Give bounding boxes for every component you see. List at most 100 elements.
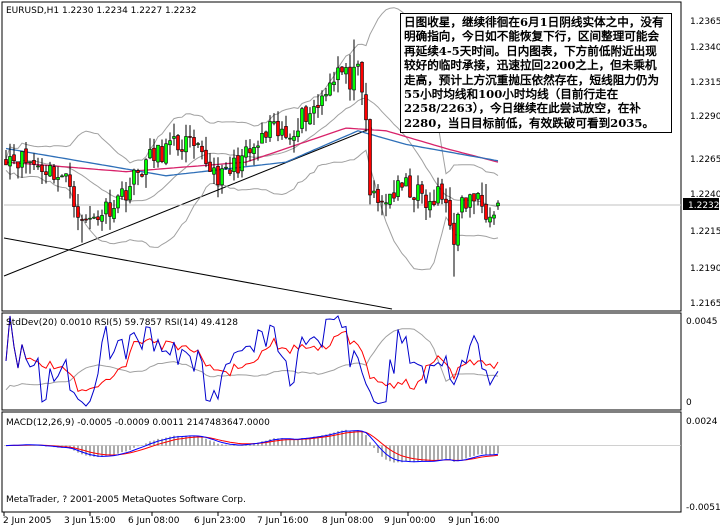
bear-candle: [216, 165, 220, 186]
bull-candle: [308, 113, 312, 125]
bull-candle: [468, 194, 472, 208]
bull-candle: [240, 155, 244, 172]
bear-candle: [400, 182, 404, 188]
y-tick-label: 1.2190: [690, 264, 720, 274]
bull-candle: [460, 197, 464, 213]
bear-candle: [392, 192, 396, 199]
bear-candle: [304, 106, 308, 122]
x-tick-label: 2 Jun 2005: [3, 516, 51, 525]
bull-candle: [128, 186, 132, 201]
bear-candle: [276, 120, 280, 137]
bear-candle: [444, 198, 448, 204]
bear-candle: [152, 147, 156, 161]
bear-candle: [72, 186, 76, 207]
bear-candle: [380, 200, 384, 203]
bear-candle: [180, 149, 184, 152]
bear-candle: [4, 159, 8, 166]
bear-candle: [192, 137, 196, 146]
x-tick-label: 9 Jun 16:00: [448, 516, 500, 525]
bear-candle: [412, 197, 416, 200]
bull-candle: [404, 177, 408, 187]
analysis-annotation: 日图收星，继续徘徊在6月1日阴线实体之中，没有明确指向，今日如不能恢复下行，区间…: [400, 13, 672, 133]
bull-candle: [36, 165, 40, 168]
bear-candle: [424, 194, 428, 208]
bull-candle: [256, 145, 260, 148]
main-header: EURUSD,H1 1.2230 1.2234 1.2227 1.2232: [6, 6, 197, 16]
copyright-text: MetaTrader, ? 2001-2005 MetaQuotes Softw…: [6, 495, 246, 505]
bull-candle: [220, 168, 224, 186]
x-tick-label: 9 Jun 00:00: [384, 516, 436, 525]
bear-candle: [348, 66, 352, 90]
bull-candle: [496, 202, 500, 207]
bull-candle: [28, 161, 32, 164]
bear-candle: [24, 148, 28, 164]
bear-candle: [108, 202, 112, 217]
bear-candle: [264, 131, 268, 138]
bull-candle: [184, 136, 188, 153]
x-tick-label: 3 Jun 15:00: [64, 516, 116, 525]
bear-candle: [472, 193, 476, 202]
bear-candle: [200, 145, 204, 153]
bull-candle: [92, 216, 96, 219]
bull-candle: [296, 130, 300, 138]
bull-candle: [104, 201, 108, 215]
y-tick-label: 1.2340: [690, 43, 720, 53]
bear-candle: [484, 203, 488, 220]
bull-candle: [344, 67, 348, 75]
bull-candle: [116, 195, 120, 209]
bear-candle: [160, 146, 164, 163]
bull-candle: [356, 63, 360, 67]
bull-candle: [212, 167, 216, 175]
macd-header: MACD(12,26,9) -0.0005 -0.0009 0.0011 214…: [6, 418, 270, 428]
bull-candle: [168, 140, 172, 146]
x-tick-label: 8 Jun 08:00: [322, 516, 374, 525]
x-tick-label: 7 Jun 16:00: [257, 516, 309, 525]
bear-candle: [80, 219, 84, 221]
bear-candle: [236, 155, 240, 174]
bull-candle: [48, 165, 52, 177]
bull-candle: [384, 202, 388, 205]
bull-candle: [144, 159, 148, 175]
bull-candle: [20, 151, 24, 168]
bear-candle: [44, 171, 48, 175]
bear-candle: [136, 170, 140, 173]
bear-candle: [228, 169, 232, 174]
bull-candle: [328, 82, 332, 96]
bear-candle: [480, 194, 484, 207]
bull-candle: [352, 66, 356, 91]
x-tick-label: 6 Jun 23:00: [194, 516, 246, 525]
bull-candle: [224, 166, 228, 169]
y-tick-label: 1.2315: [690, 78, 720, 88]
bull-candle: [268, 121, 272, 138]
macd-y-tick-label: 0.0024: [686, 417, 718, 427]
bull-candle: [112, 208, 116, 219]
main-y-axis: 1.2365 1.2340 1.2315 1.2290 1.2265 1.224…: [690, 17, 720, 309]
bull-candle: [492, 214, 496, 219]
bear-candle: [464, 197, 468, 209]
bull-candle: [244, 146, 248, 158]
bear-candle: [248, 148, 252, 154]
bull-candle: [312, 106, 316, 114]
bull-candle: [476, 193, 480, 200]
bear-candle: [432, 200, 436, 205]
bear-candle: [368, 119, 372, 196]
bull-candle: [488, 216, 492, 223]
bear-candle: [316, 104, 320, 108]
bull-candle: [196, 143, 200, 145]
bear-candle: [52, 166, 56, 180]
bear-candle: [448, 200, 452, 226]
bull-candle: [232, 157, 236, 172]
rsi-y-tick-label: 0.0045: [686, 317, 718, 327]
bear-candle: [376, 189, 380, 203]
bull-candle: [156, 144, 160, 163]
x-axis: 2 Jun 2005 3 Jun 15:00 6 Jun 08:00 6 Jun…: [3, 512, 500, 525]
bear-candle: [340, 66, 344, 73]
bear-candle: [284, 126, 288, 138]
bull-candle: [388, 193, 392, 205]
bear-candle: [408, 175, 412, 198]
y-tick-label: 1.2365: [690, 17, 720, 27]
bull-candle: [396, 180, 400, 197]
rsi-y-tick-label: 0: [686, 398, 692, 408]
bull-candle: [60, 175, 64, 178]
bull-candle: [456, 213, 460, 246]
